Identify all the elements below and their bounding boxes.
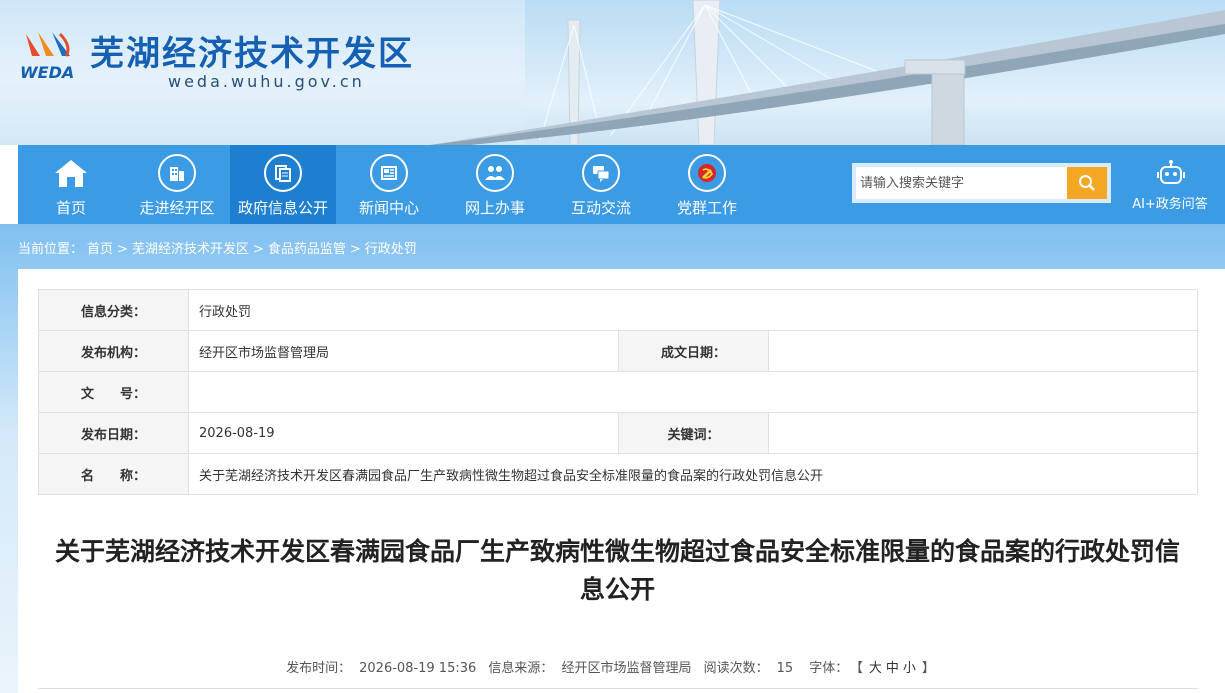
category-value: 行政处罚 (188, 289, 1198, 331)
site-url: weda.wuhu.gov.cn (168, 72, 365, 91)
site-title: 芜湖经济技术开发区 (90, 34, 414, 74)
doc-no-value (188, 371, 1198, 413)
breadcrumb-separator: > (349, 242, 361, 257)
publisher-value: 经开区市场监督管理局 (188, 330, 619, 372)
publish-time: 2026-08-19 15:36 (359, 661, 477, 676)
publisher-label: 发布机构： (38, 330, 189, 372)
breadcrumb-separator: > (117, 242, 128, 257)
chat-icon (582, 154, 620, 192)
breadcrumb-prefix: 当前位置： (18, 242, 84, 257)
nav-label-party: 党群工作 (676, 199, 737, 217)
nav-label-news: 新闻中心 (358, 199, 419, 217)
ai-assistant-button[interactable]: AI+政务问答 (1124, 145, 1216, 224)
source: 经开区市场监督管理局 (561, 661, 692, 676)
main-nav: 首页 走进经开区 政府信息公开 新闻中心 网上办事 互动交流 党群工作 请输入搜… (18, 145, 1225, 224)
nav-item-party[interactable]: 党群工作 (654, 145, 760, 224)
newspaper-icon (370, 154, 408, 192)
ai-assistant-label: AI+政务问答 (1132, 197, 1208, 212)
nav-label-interaction: 互动交流 (570, 199, 631, 217)
font-medium-button[interactable]: 中 (886, 661, 899, 676)
name-value: 关于芜湖经济技术开发区春满园食品厂生产致病性微生物超过食品安全标准限量的食品案的… (188, 453, 1198, 495)
breadcrumb-item-food-drug[interactable]: 食品药品监管 (268, 242, 346, 257)
breadcrumb: 当前位置： 首页 > 芜湖经济技术开发区 > 食品药品监管 > 行政处罚 (18, 238, 421, 257)
font-large-button[interactable]: 大 (869, 661, 882, 676)
font-small-button[interactable]: 小 (903, 661, 916, 676)
breadcrumb-separator: > (252, 242, 264, 257)
robot-icon (1157, 160, 1185, 184)
views-label: 阅读次数： (703, 661, 769, 676)
nav-item-news[interactable]: 新闻中心 (336, 145, 442, 224)
table-row: 信息分类： 行政处罚 (38, 289, 1198, 331)
search-box (852, 163, 1111, 203)
font-bracket-close: 】 (921, 661, 935, 676)
nav-item-interaction[interactable]: 互动交流 (548, 145, 654, 224)
home-icon (52, 154, 90, 192)
nav-item-about[interactable]: 走进经开区 (124, 145, 230, 224)
doc-no-label: 文 号： (38, 371, 189, 413)
keywords-label: 关键词： (618, 412, 769, 454)
views-count: 15 (776, 661, 794, 676)
table-row: 名 称： 关于芜湖经济技术开发区春满园食品厂生产致病性微生物超过食品安全标准限量… (38, 453, 1198, 495)
table-row: 发布日期： 2026-08-19 关键词： (38, 412, 1198, 454)
font-bracket-open: 【 (856, 661, 863, 676)
document-icon (264, 154, 302, 192)
category-label: 信息分类： (38, 289, 189, 331)
article-meta: 发布时间： 2026-08-19 15:36 信息来源： 经开区市场监督管理局 阅读… (0, 657, 1225, 676)
breadcrumb-item-home[interactable]: 首页 (87, 242, 113, 257)
search-input[interactable] (860, 171, 1066, 195)
breadcrumb-item-penalty[interactable]: 行政处罚 (365, 242, 417, 257)
nav-item-online-services[interactable]: 网上办事 (442, 145, 548, 224)
keywords-value (768, 412, 1198, 454)
nav-label-home: 首页 (55, 199, 86, 217)
header-banner: WEDA 芜湖经济技术开发区 weda.wuhu.gov.cn (0, 0, 1225, 145)
source-label: 信息来源： (488, 661, 554, 676)
font-label: 字体： (809, 661, 849, 676)
search-icon (1079, 175, 1095, 191)
table-row: 文 号： (38, 371, 1198, 413)
party-emblem-icon (688, 154, 726, 192)
people-icon (476, 154, 514, 192)
nav-item-home[interactable]: 首页 (18, 145, 124, 224)
table-row: 发布机构： 经开区市场监督管理局 成文日期： (38, 330, 1198, 372)
weda-logo: WEDA (20, 32, 74, 82)
svg-text:WEDA: WEDA (20, 63, 74, 82)
nav-label-gov-info: 政府信息公开 (237, 199, 328, 217)
nav-label-about: 走进经开区 (139, 199, 215, 217)
breadcrumb-item-weda[interactable]: 芜湖经济技术开发区 (132, 242, 249, 257)
publish-time-label: 发布时间： (286, 661, 352, 676)
building-icon (158, 154, 196, 192)
nav-label-online-services: 网上办事 (464, 199, 525, 217)
nav-item-gov-info[interactable]: 政府信息公开 (230, 145, 336, 224)
search-button[interactable] (1067, 167, 1107, 199)
doc-date-value (768, 330, 1198, 372)
font-size-control: 字体： 【大中小】 (805, 661, 939, 676)
article-title: 关于芜湖经济技术开发区春满园食品厂生产致病性微生物超过食品安全标准限量的食品案的… (54, 537, 1180, 604)
divider (38, 688, 1198, 689)
info-table: 信息分类： 行政处罚 发布机构： 经开区市场监督管理局 成文日期： 文 号： 发… (38, 289, 1198, 495)
publish-date-label: 发布日期： (38, 412, 189, 454)
doc-date-label: 成文日期： (618, 330, 769, 372)
name-label: 名 称： (38, 453, 189, 495)
publish-date-value: 2026-08-19 (188, 412, 619, 454)
